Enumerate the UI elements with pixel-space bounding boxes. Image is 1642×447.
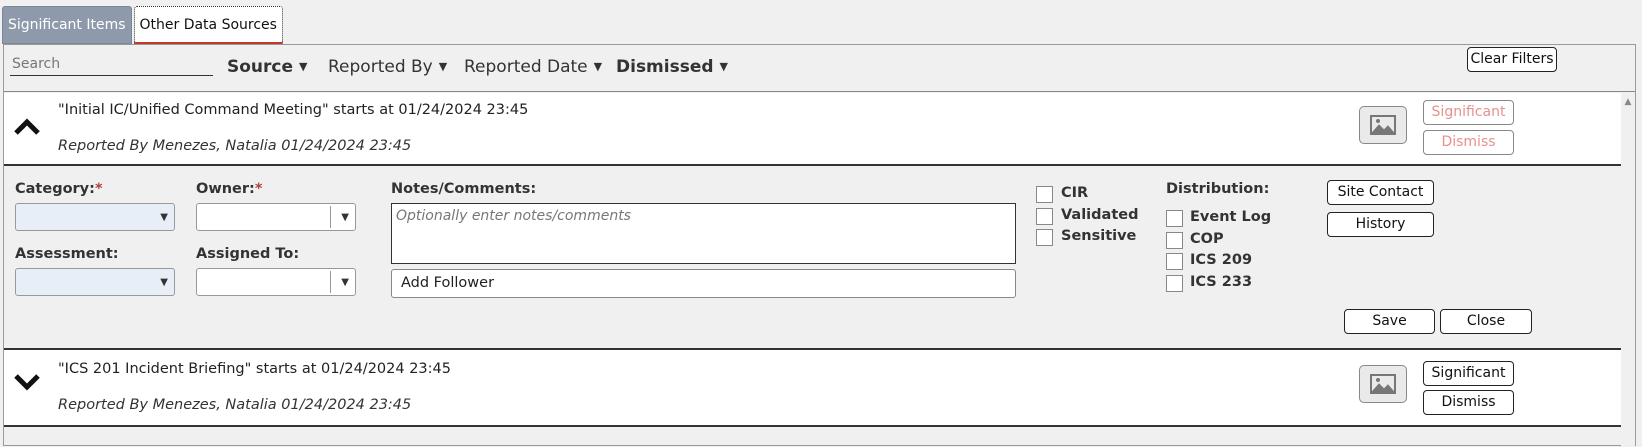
caret-down-icon: ▼ — [341, 212, 349, 223]
source-filter[interactable]: Source ▼ — [227, 57, 308, 77]
reported-by-filter[interactable]: Reported By ▼ — [328, 57, 447, 77]
owner-label-text: Owner: — [196, 181, 255, 197]
list-item[interactable]: "Initial IC/Unified Command Meeting" sta… — [4, 93, 1621, 166]
site-contact-button[interactable]: Site Contact — [1327, 180, 1434, 205]
assigned-to-label: Assigned To: — [196, 246, 300, 262]
assessment-select[interactable]: ▼ — [15, 268, 175, 296]
significant-button[interactable]: Significant — [1423, 100, 1514, 125]
ics-209-checkbox[interactable] — [1166, 253, 1183, 270]
caret-down-icon: ▼ — [299, 60, 308, 73]
reported-date-filter-label: Reported Date — [464, 57, 588, 77]
scrollbar[interactable]: ▲ — [1621, 93, 1635, 447]
image-button[interactable] — [1359, 106, 1407, 144]
caret-down-icon: ▼ — [719, 60, 729, 73]
assigned-to-select[interactable]: ▼ — [196, 268, 356, 296]
owner-label: Owner:* — [196, 181, 262, 197]
dropdown-separator — [330, 206, 331, 228]
caret-down-icon: ▼ — [160, 212, 168, 223]
dismiss-button[interactable]: Dismiss — [1423, 390, 1514, 415]
reported-date-filter[interactable]: Reported Date ▼ — [464, 57, 602, 77]
image-icon — [1370, 115, 1396, 135]
cop-label: COP — [1190, 231, 1224, 247]
cop-checkbox[interactable] — [1166, 232, 1183, 249]
validated-checkbox[interactable] — [1036, 208, 1053, 225]
search-input[interactable] — [10, 53, 213, 76]
scroll-up-icon[interactable]: ▲ — [1621, 97, 1635, 107]
required-mark: * — [94, 181, 103, 197]
caret-down-icon: ▼ — [438, 60, 448, 73]
event-log-label: Event Log — [1190, 209, 1272, 225]
item-reported-by: Reported By Menezes, Natalia 01/24/2024 … — [58, 397, 412, 413]
chevron-down-icon[interactable] — [12, 367, 42, 397]
tab-bar: Significant Items Other Data Sources — [2, 6, 283, 44]
image-button[interactable] — [1359, 365, 1407, 403]
owner-select[interactable]: ▼ — [196, 203, 356, 231]
ics-209-label: ICS 209 — [1190, 252, 1253, 268]
dismissed-filter-label: Dismissed — [616, 57, 714, 77]
add-follower-field[interactable]: Add Follower — [391, 269, 1016, 298]
close-button[interactable]: Close — [1440, 309, 1532, 334]
history-button[interactable]: History — [1327, 212, 1434, 237]
validated-label: Validated — [1061, 207, 1139, 223]
category-label: Category:* — [15, 181, 103, 197]
clear-filters-button[interactable]: Clear Filters — [1467, 47, 1557, 72]
caret-down-icon: ▼ — [160, 277, 168, 288]
ics-233-checkbox[interactable] — [1166, 275, 1183, 292]
items-panel: Source ▼ Reported By ▼ Reported Date ▼ Dism… — [3, 44, 1636, 447]
tab-other-data-sources[interactable]: Other Data Sources — [133, 6, 283, 44]
filter-bar: Source ▼ Reported By ▼ Reported Date ▼ Dism… — [4, 45, 1635, 92]
item-title: "Initial IC/Unified Command Meeting" sta… — [58, 102, 529, 118]
cir-label: CIR — [1061, 185, 1089, 201]
required-mark: * — [254, 181, 263, 197]
ics-233-label: ICS 233 — [1190, 274, 1253, 290]
dropdown-separator — [330, 271, 331, 293]
distribution-label: Distribution: — [1166, 181, 1270, 197]
notes-label: Notes/Comments: — [391, 181, 537, 197]
dismiss-button[interactable]: Dismiss — [1423, 130, 1514, 155]
chevron-up-icon[interactable] — [12, 111, 42, 141]
reported-by-filter-label: Reported By — [328, 57, 433, 77]
list-item[interactable]: "ICS 201 Incident Briefing" starts at 01… — [4, 348, 1621, 427]
item-title: "ICS 201 Incident Briefing" starts at 01… — [58, 361, 451, 377]
sensitive-checkbox[interactable] — [1036, 229, 1053, 246]
caret-down-icon: ▼ — [593, 60, 603, 73]
event-log-checkbox[interactable] — [1166, 210, 1183, 227]
item-details-form: Category:* ▼ Owner:* ▼ Assessment: ▼ Ass… — [4, 168, 1621, 346]
tab-significant-items[interactable]: Significant Items — [2, 6, 132, 44]
category-select[interactable]: ▼ — [15, 203, 175, 231]
notes-textarea[interactable] — [391, 203, 1016, 264]
sensitive-label: Sensitive — [1061, 228, 1137, 244]
cir-checkbox[interactable] — [1036, 186, 1053, 203]
caret-down-icon: ▼ — [341, 277, 349, 288]
image-icon — [1370, 374, 1396, 394]
item-reported-by: Reported By Menezes, Natalia 01/24/2024 … — [58, 138, 412, 154]
assessment-label: Assessment: — [15, 246, 119, 262]
dismissed-filter[interactable]: Dismissed ▼ — [616, 57, 728, 77]
save-button[interactable]: Save — [1344, 309, 1435, 334]
source-filter-label: Source — [227, 57, 294, 77]
significant-button[interactable]: Significant — [1423, 361, 1514, 386]
category-label-text: Category: — [15, 181, 95, 197]
